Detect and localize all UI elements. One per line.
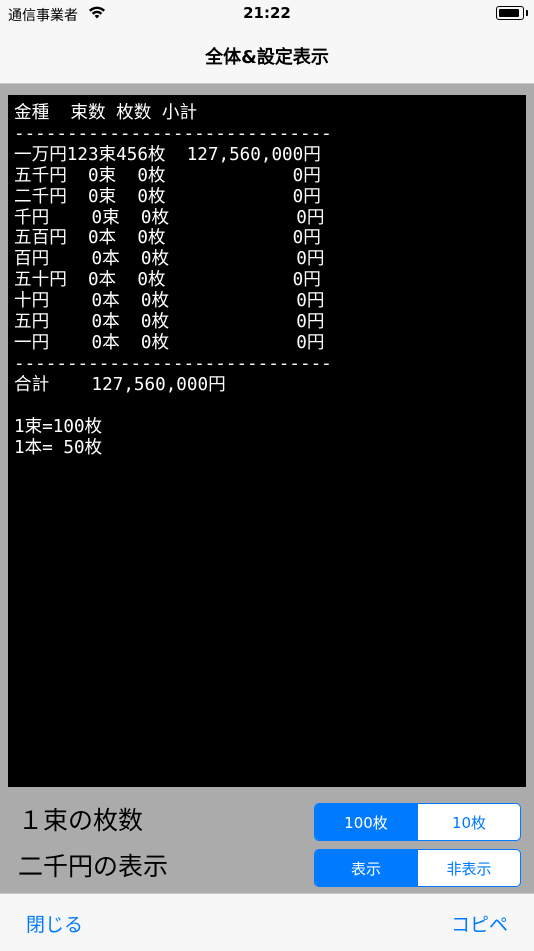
bundle-count-option-10[interactable]: 10枚 bbox=[417, 804, 520, 840]
copy-button[interactable]: コピペ bbox=[451, 910, 508, 937]
report-text: 金種 束数 枚数 小計 ----------------------------… bbox=[14, 103, 332, 458]
bundle-count-option-100[interactable]: 100枚 bbox=[315, 804, 417, 840]
bundle-count-segmented-control[interactable]: 100枚 10枚 bbox=[314, 803, 521, 841]
navigation-bar: 全体&設定表示 bbox=[0, 28, 534, 84]
status-time: 21:22 bbox=[243, 4, 291, 22]
close-button[interactable]: 閉じる bbox=[26, 910, 83, 937]
two-thousand-display-label: 二千円の表示 bbox=[18, 852, 169, 881]
two-thousand-option-hide[interactable]: 非表示 bbox=[417, 850, 520, 886]
status-bar: 通信事業者 21:22 bbox=[0, 0, 534, 28]
two-thousand-display-segmented-control[interactable]: 表示 非表示 bbox=[314, 849, 521, 887]
bottom-toolbar: 閉じる コピペ bbox=[0, 893, 534, 951]
page-title: 全体&設定表示 bbox=[205, 47, 329, 68]
battery-icon bbox=[496, 6, 528, 20]
bundle-count-label: １束の枚数 bbox=[18, 806, 144, 835]
two-thousand-option-show[interactable]: 表示 bbox=[315, 850, 417, 886]
report-display: 金種 束数 枚数 小計 ----------------------------… bbox=[8, 95, 526, 787]
